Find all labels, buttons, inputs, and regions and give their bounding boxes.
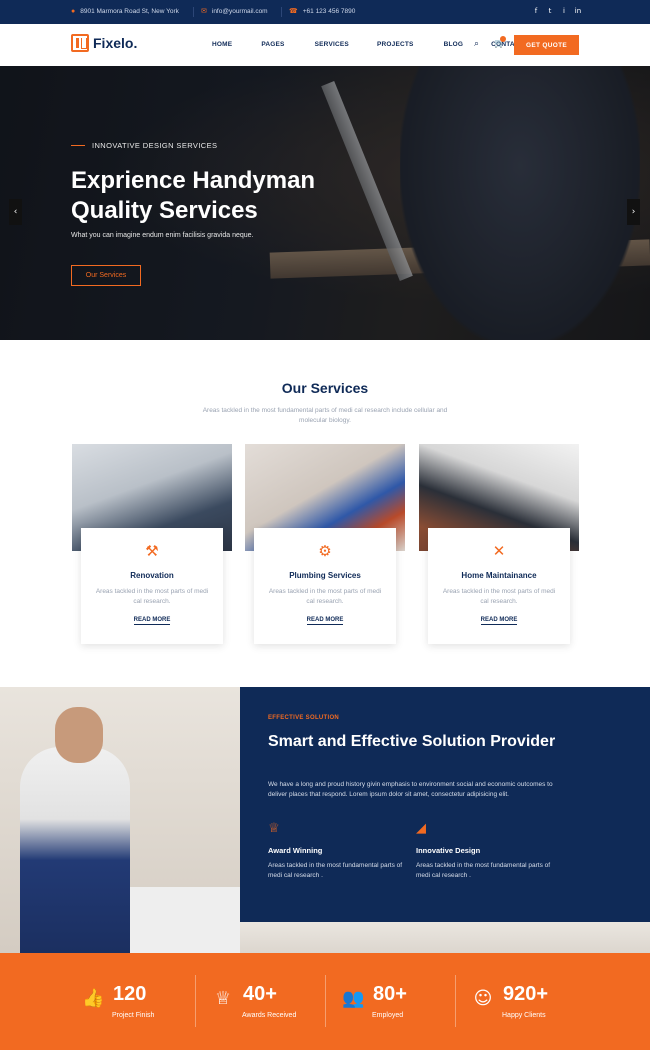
trophy-icon: ♕ [268, 821, 280, 836]
service-desc: Areas tackled in the most parts of medi … [268, 588, 382, 605]
stat-number: 40+ [243, 983, 277, 1005]
hero-title-line1: Exprience Handyman [71, 167, 316, 194]
service-card-body: ✕ Home Maintainance Areas tackled in the… [428, 528, 570, 644]
our-services-button[interactable]: Our Services [71, 265, 141, 286]
hero-title-line2: Quality Services [71, 197, 258, 224]
hero-slider: INNOVATIVE DESIGN SERVICES Exprience Han… [0, 66, 650, 340]
stat-label: Awards Received [242, 1012, 297, 1019]
service-name: Plumbing Services [289, 571, 361, 580]
hero-title: Exprience Handyman Quality Services [71, 166, 391, 226]
solution-photo-technician [0, 687, 240, 953]
menu-home[interactable]: HOME [212, 41, 232, 48]
stat-number: 120 [113, 983, 147, 1005]
read-more-link[interactable]: READ MORE [428, 617, 570, 625]
stat-label: Happy Clients [502, 1012, 546, 1019]
stat-divider [195, 975, 196, 1027]
envelope-icon: ✉ [201, 8, 207, 15]
get-quote-button[interactable]: GET QUOTE [514, 35, 579, 55]
solution-eyebrow: EFFECTIVE SOLUTION [268, 715, 340, 721]
pipe-icon: ⚙ [318, 542, 332, 560]
phone-item[interactable]: ☎ +61 123 456 7890 [289, 8, 355, 15]
stat-label: Project Finish [112, 1012, 155, 1019]
feature-desc: Areas tackled in the most fundamental pa… [268, 862, 403, 879]
phone-icon: ☎ [289, 8, 298, 15]
stat-project-finish: 👍 120 Project Finish [82, 953, 212, 1050]
service-name: Home Maintainance [461, 571, 537, 580]
stat-employed: 👥 80+ Employed [342, 953, 472, 1050]
service-desc: Areas tackled in the most parts of medi … [442, 588, 556, 605]
cart-badge [500, 36, 506, 42]
stats-bar: 👍 120 Project Finish ♕ 40+ Awards Receiv… [0, 953, 650, 1050]
read-more-link[interactable]: READ MORE [254, 617, 396, 625]
technician-figure [20, 747, 130, 953]
search-icon[interactable]: ⌕ [474, 39, 479, 49]
social-links: f t i in [532, 7, 582, 15]
divider [193, 7, 194, 17]
services-title: Our Services [281, 380, 369, 396]
solution-title: Smart and Effective Solution Provider [268, 733, 556, 750]
read-more-link[interactable]: READ MORE [81, 617, 223, 625]
service-card-body: ⚒ Renovation Areas tackled in the most p… [81, 528, 223, 644]
stat-number: 920+ [503, 983, 549, 1005]
location-pin-icon: ● [71, 8, 76, 15]
menu-services[interactable]: SERVICES [315, 41, 349, 48]
address-item: ● 8901 Marmora Road St, New York [71, 8, 179, 15]
feature-desc: Areas tackled in the most fundamental pa… [416, 862, 551, 879]
tools-logo-icon [71, 34, 89, 52]
service-card-renovation[interactable]: ⚒ Renovation Areas tackled in the most p… [72, 444, 232, 644]
address-text: 8901 Marmora Road St, New York [80, 8, 179, 15]
stat-divider [325, 975, 326, 1027]
service-card-body: ⚙ Plumbing Services Areas tackled in the… [254, 528, 396, 644]
feature-title: Innovative Design [416, 846, 481, 855]
prev-slide-arrow-icon[interactable]: ‹ [9, 199, 22, 225]
twitter-icon[interactable]: t [546, 7, 554, 15]
menu-pages[interactable]: PAGES [261, 41, 284, 48]
smile-icon: ☺ [473, 988, 493, 1009]
thumbs-up-icon: 👍 [82, 988, 105, 1009]
service-card-maintenance[interactable]: ✕ Home Maintainance Areas tackled in the… [419, 444, 579, 644]
kitchen-counter [130, 887, 240, 953]
menu-blog[interactable]: BLOG [444, 41, 464, 48]
tools-icon: ✕ [492, 542, 506, 560]
email-item[interactable]: ✉ info@yourmail.com [201, 8, 268, 15]
eyebrow-line [71, 144, 85, 147]
stat-number: 80+ [373, 983, 407, 1005]
design-ruler-icon: ◢ [416, 821, 426, 836]
drill-icon: ⚒ [145, 542, 159, 560]
brand-logo[interactable]: Fixelo. [71, 34, 137, 52]
main-navigation: Fixelo. HOME PAGES SERVICES PROJECTS BLO… [0, 24, 650, 66]
divider [281, 7, 282, 17]
technician-head [55, 707, 103, 763]
service-card-plumbing[interactable]: ⚙ Plumbing Services Areas tackled in the… [245, 444, 405, 644]
hero-eyebrow-text: INNOVATIVE DESIGN SERVICES [92, 141, 218, 150]
phone-text[interactable]: +61 123 456 7890 [303, 8, 356, 15]
stat-awards-received: ♕ 40+ Awards Received [212, 953, 342, 1050]
users-icon: 👥 [342, 988, 365, 1009]
service-desc: Areas tackled in the most parts of medi … [95, 588, 209, 605]
email-text[interactable]: info@yourmail.com [212, 8, 268, 15]
feature-innovative-design: ◢ Innovative Design Areas tackled in the… [416, 821, 556, 881]
feature-title: Award Winning [268, 846, 323, 855]
stat-happy-clients: ☺ 920+ Happy Clients [472, 953, 602, 1050]
facebook-icon[interactable]: f [532, 7, 540, 15]
hero-eyebrow: INNOVATIVE DESIGN SERVICES [71, 141, 217, 150]
service-name: Renovation [130, 571, 174, 580]
next-slide-arrow-icon[interactable]: › [627, 199, 640, 225]
solution-text: We have a long and proud history givin e… [268, 781, 553, 798]
hero-subtitle: What you can imagine endum enim facilisi… [71, 232, 254, 239]
linkedin-icon[interactable]: in [574, 7, 582, 15]
feature-award-winning: ♕ Award Winning Areas tackled in the mos… [268, 821, 408, 881]
instagram-icon[interactable]: i [560, 7, 568, 15]
solution-panel: EFFECTIVE SOLUTION Smart and Effective S… [240, 687, 650, 922]
menu-projects[interactable]: PROJECTS [377, 41, 414, 48]
stat-label: Employed [372, 1012, 404, 1019]
brand-name: Fixelo. [93, 35, 138, 51]
services-subtitle: Areas tackled in the most fundamental pa… [202, 407, 448, 424]
solution-photo-strip [240, 922, 650, 953]
top-info-bar: ● 8901 Marmora Road St, New York ✉ info@… [0, 0, 650, 24]
trophy-icon: ♕ [214, 988, 232, 1009]
stat-divider [455, 975, 456, 1027]
